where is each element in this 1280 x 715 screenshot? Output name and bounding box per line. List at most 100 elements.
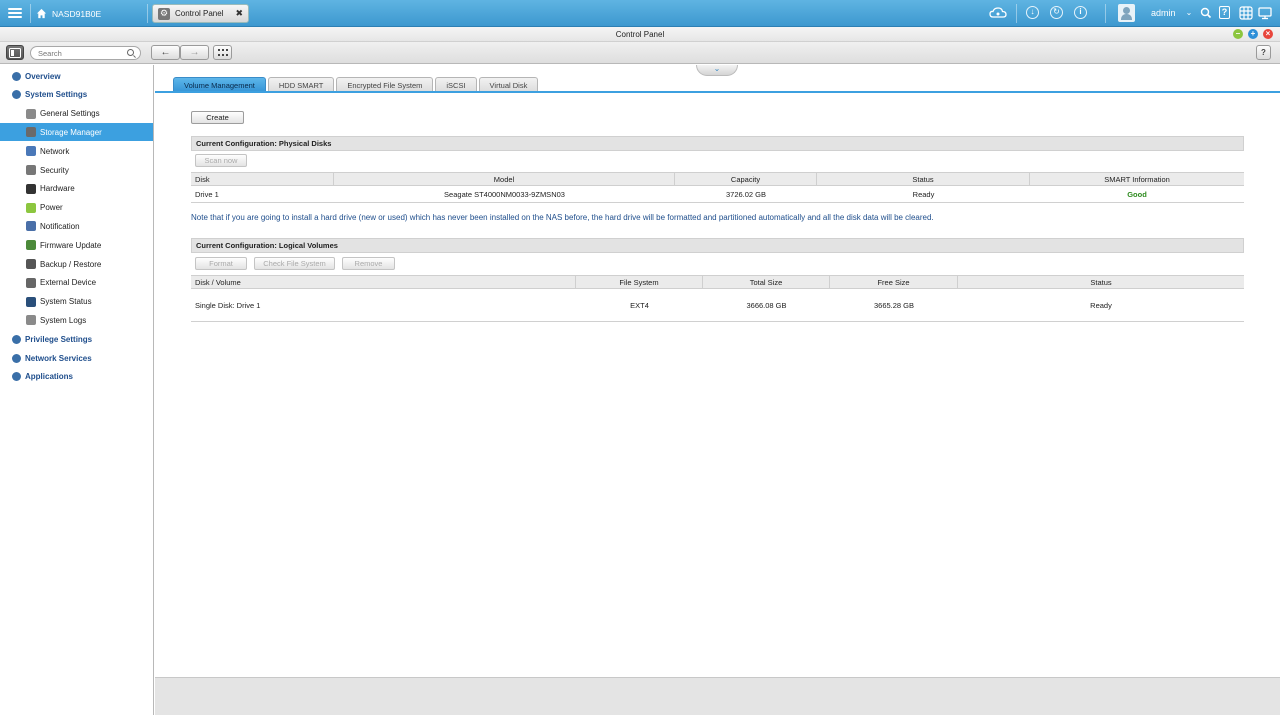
download-icon[interactable]: ↓ xyxy=(1026,6,1039,19)
user-name[interactable]: admin xyxy=(1151,8,1176,18)
tab-virtual-disk[interactable]: Virtual Disk xyxy=(478,77,539,92)
sidebar-item-privilege-settings[interactable]: Privilege Settings xyxy=(0,330,153,348)
sidebar-item-label: Security xyxy=(40,165,69,175)
column-header[interactable]: Status xyxy=(958,276,1244,288)
sidebar-toggle-button[interactable] xyxy=(6,45,24,60)
storage-icon xyxy=(26,127,36,138)
sidebar-item-label: Network Services xyxy=(25,353,92,363)
apps-grid-icon xyxy=(217,48,228,56)
column-header[interactable]: SMART Information xyxy=(1030,173,1244,185)
system-status-icon xyxy=(26,296,36,307)
sidebar-item-label: Hardware xyxy=(40,184,75,194)
info-icon[interactable]: i xyxy=(1074,6,1087,19)
search-icon[interactable] xyxy=(1199,6,1213,20)
column-header[interactable]: Free Size xyxy=(830,276,958,288)
toolbar: ← → ? xyxy=(0,42,1280,64)
search-icon[interactable] xyxy=(127,49,134,56)
model-cell: Seagate ST4000NM0033-9ZMSN03 xyxy=(444,189,565,199)
sidebar-item-storage-manager[interactable]: Storage Manager xyxy=(0,123,153,142)
top-separator xyxy=(147,4,148,23)
backup-icon xyxy=(26,259,36,269)
column-header[interactable]: Total Size xyxy=(703,276,830,288)
check-file-system-button[interactable]: Check File System xyxy=(254,257,335,270)
collapse-panel-handle[interactable]: ⌄ xyxy=(696,65,738,76)
column-header[interactable]: Disk xyxy=(191,173,334,185)
sidebar-item-label: Power xyxy=(40,203,63,213)
column-header[interactable]: Disk / Volume xyxy=(191,276,576,288)
applications-icon xyxy=(12,372,21,382)
tab-encrypted-file-system[interactable]: Encrypted File System xyxy=(336,77,434,92)
sidebar-item-general-settings[interactable]: General Settings xyxy=(0,105,153,123)
help-icon[interactable]: ? xyxy=(1219,6,1230,19)
hardware-icon xyxy=(26,183,36,194)
format-button[interactable]: Format xyxy=(195,257,247,270)
control-panel-gear-icon: ⚙ xyxy=(158,7,170,20)
sidebar-item-firmware-update[interactable]: Firmware Update xyxy=(0,236,153,254)
sidebar-toggle-icon xyxy=(9,47,21,58)
sidebar-item-backup-restore[interactable]: Backup / Restore xyxy=(0,255,153,273)
sidebar-item-applications[interactable]: Applications xyxy=(0,368,153,386)
sync-icon[interactable]: ↻ xyxy=(1050,6,1063,19)
create-button[interactable]: Create xyxy=(191,111,244,124)
sidebar-item-system-logs[interactable]: System Logs xyxy=(0,311,153,329)
scan-now-button[interactable]: Scan now xyxy=(195,154,247,167)
forward-button[interactable]: → xyxy=(180,45,209,60)
column-header[interactable]: File System xyxy=(576,276,703,288)
lock-icon xyxy=(26,165,36,175)
search-input[interactable] xyxy=(38,48,128,59)
menu-icon[interactable] xyxy=(8,6,22,20)
sidebar-item-network-services[interactable]: Network Services xyxy=(0,349,153,367)
apps-grid-button[interactable] xyxy=(213,45,232,60)
network-services-icon xyxy=(12,353,21,363)
control-panel-app-tab[interactable]: ⚙ Control Panel ✖ xyxy=(152,4,249,23)
tab-iscsi[interactable]: iSCSI xyxy=(435,77,477,92)
physical-disks-table: Disk Model Capacity Status SMART Informa… xyxy=(191,172,1244,203)
sidebar-item-label: System Status xyxy=(40,297,92,307)
logical-volumes-heading: Current Configuration: Logical Volumes xyxy=(191,238,1244,253)
close-window-button[interactable]: × xyxy=(1263,29,1273,39)
sidebar-item-overview[interactable]: Overview xyxy=(0,67,153,85)
network-icon xyxy=(26,146,36,157)
sidebar-item-network[interactable]: Network xyxy=(0,142,153,160)
user-avatar-icon[interactable] xyxy=(1118,4,1135,22)
top-bar: NASD91B0E ⚙ Control Panel ✖ ↓ ↻ i admin … xyxy=(0,0,1280,27)
minimize-button[interactable]: – xyxy=(1233,29,1243,39)
cloud-icon[interactable] xyxy=(989,6,1007,20)
back-button[interactable]: ← xyxy=(151,45,180,60)
tab-hdd-smart[interactable]: HDD SMART xyxy=(267,77,335,92)
user-icon xyxy=(12,334,21,344)
grid-icon[interactable] xyxy=(1239,6,1253,20)
host-tab[interactable]: NASD91B0E xyxy=(36,4,101,23)
maximize-button[interactable]: + xyxy=(1248,29,1258,39)
chevron-down-icon[interactable]: ⌄ xyxy=(1182,6,1196,20)
sidebar-item-power[interactable]: Power xyxy=(0,199,153,217)
search-field[interactable] xyxy=(30,46,141,60)
table-row[interactable]: Single Disk: Drive 1 EXT4 3666.08 GB 366… xyxy=(191,289,1244,321)
sidebar-item-external-device[interactable]: External Device xyxy=(0,274,153,292)
column-header[interactable]: Capacity xyxy=(675,173,817,185)
format-warning-note: Note that if you are going to install a … xyxy=(191,213,934,222)
free-size-cell: 3665.28 GB xyxy=(873,300,915,310)
help-button[interactable]: ? xyxy=(1256,45,1271,60)
sidebar-item-security[interactable]: Security xyxy=(0,161,153,179)
monitor-icon[interactable] xyxy=(1258,6,1272,20)
sidebar-item-label: Backup / Restore xyxy=(40,259,102,269)
close-tab-icon[interactable]: ✖ xyxy=(235,8,243,19)
total-size-cell: 3666.08 GB xyxy=(746,300,787,310)
window-title-bar: Control Panel – + × xyxy=(0,27,1280,42)
sidebar-item-label: Firmware Update xyxy=(40,240,102,250)
column-header[interactable]: Status xyxy=(817,173,1030,185)
column-header[interactable]: Model xyxy=(334,173,675,185)
sidebar-item-label: System Logs xyxy=(40,315,87,325)
table-row[interactable]: Drive 1 Seagate ST4000NM0033-9ZMSN03 372… xyxy=(191,186,1244,202)
sidebar: Overview System Settings General Settings S… xyxy=(0,65,154,715)
remove-button[interactable]: Remove xyxy=(342,257,395,270)
sidebar-item-label: Applications xyxy=(25,372,74,382)
sidebar-item-system-settings[interactable]: System Settings xyxy=(0,86,153,104)
tab-bar: Volume Management HDD SMART Encrypted File… xyxy=(173,77,540,92)
sidebar-item-system-status[interactable]: System Status xyxy=(0,293,153,311)
tab-volume-management[interactable]: Volume Management xyxy=(173,77,266,92)
volume-cell: Single Disk: Drive 1 xyxy=(195,300,261,310)
sidebar-item-hardware[interactable]: Hardware xyxy=(0,180,153,198)
sidebar-item-notification[interactable]: Notification xyxy=(0,217,153,235)
